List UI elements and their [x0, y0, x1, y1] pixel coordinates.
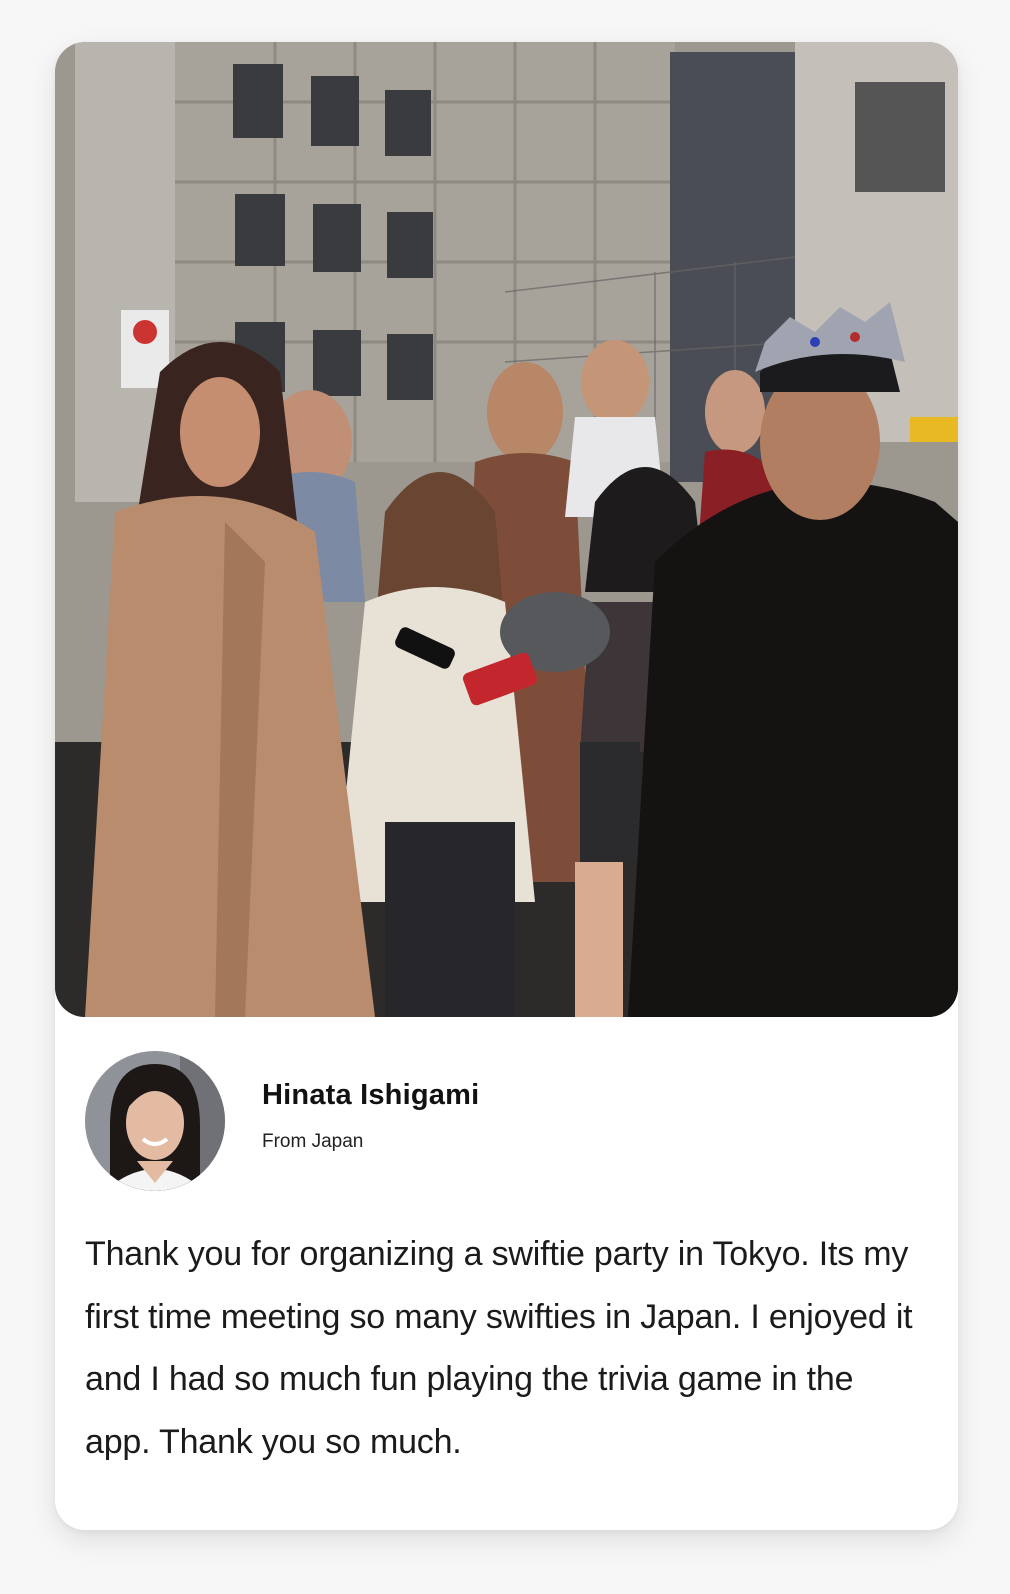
author-name: Hinata Ishigami	[262, 1079, 480, 1111]
testimonial-card: Hinata Ishigami From Japan Thank you for…	[55, 42, 958, 1530]
avatar	[85, 1051, 225, 1191]
testimonial-photo	[55, 42, 958, 1017]
testimonial-quote: Thank you for organizing a swiftie party…	[85, 1235, 913, 1461]
testimonial-info-panel: Hinata Ishigami From Japan Thank you for…	[55, 1017, 958, 1530]
author-origin: From Japan	[262, 1131, 364, 1152]
